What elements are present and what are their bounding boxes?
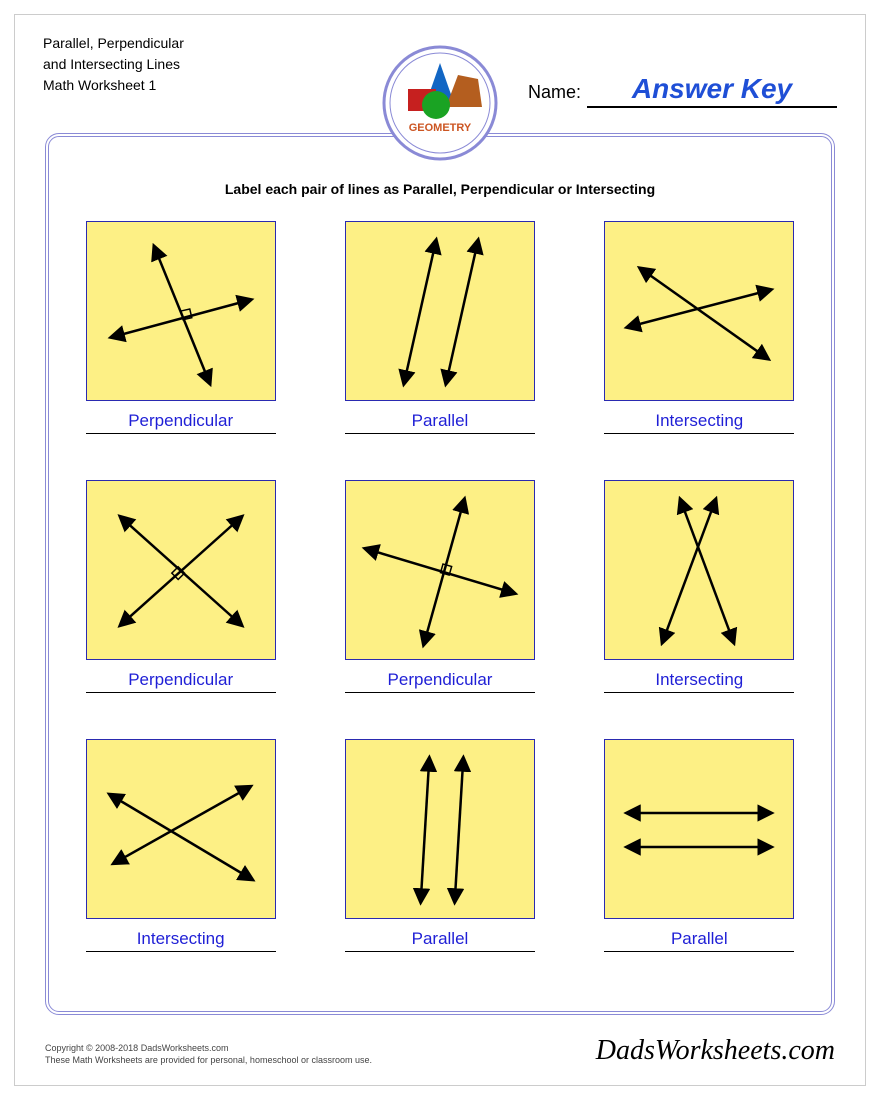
line-diagram-icon bbox=[345, 221, 535, 401]
logo-label: GEOMETRY bbox=[409, 122, 472, 134]
answer-text: Parallel bbox=[604, 929, 794, 952]
name-label: Name: bbox=[528, 82, 581, 103]
line-diagram-icon bbox=[345, 739, 535, 919]
problem-cell: Intersecting bbox=[599, 221, 799, 434]
worksheet-page: Parallel, Perpendicular and Intersecting… bbox=[14, 14, 866, 1086]
content-frame: Label each pair of lines as Parallel, Pe… bbox=[45, 133, 835, 1015]
problem-cell: Perpendicular bbox=[81, 480, 281, 693]
line-diagram-icon bbox=[345, 480, 535, 660]
name-field: Name: Answer Key bbox=[528, 73, 837, 108]
line-diagram-icon bbox=[604, 480, 794, 660]
usage-note: These Math Worksheets are provided for p… bbox=[45, 1054, 372, 1067]
problem-cell: Perpendicular bbox=[81, 221, 281, 434]
answer-text: Intersecting bbox=[604, 411, 794, 434]
answer-text: Parallel bbox=[345, 929, 535, 952]
line-diagram-icon bbox=[604, 739, 794, 919]
copyright-text: Copyright © 2008-2018 DadsWorksheets.com bbox=[45, 1042, 372, 1055]
instruction-text: Label each pair of lines as Parallel, Pe… bbox=[71, 181, 809, 197]
geometry-logo-icon: GEOMETRY bbox=[382, 45, 498, 161]
answer-text: Perpendicular bbox=[86, 670, 276, 693]
problem-cell: Parallel bbox=[340, 221, 540, 434]
name-value: Answer Key bbox=[587, 73, 837, 108]
problem-cell: Perpendicular bbox=[340, 480, 540, 693]
brand-logo: DadsWorksheets.com bbox=[596, 1035, 835, 1067]
answer-text: Perpendicular bbox=[86, 411, 276, 434]
answer-text: Parallel bbox=[345, 411, 535, 434]
footer-text: Copyright © 2008-2018 DadsWorksheets.com… bbox=[45, 1042, 372, 1067]
problem-cell: Intersecting bbox=[599, 480, 799, 693]
answer-text: Perpendicular bbox=[345, 670, 535, 693]
problem-cell: Parallel bbox=[599, 739, 799, 952]
line-diagram-icon bbox=[604, 221, 794, 401]
line-diagram-icon bbox=[86, 221, 276, 401]
line-diagram-icon bbox=[86, 480, 276, 660]
problem-grid: Perpendicular Parallel bbox=[71, 221, 809, 952]
line-diagram-icon bbox=[86, 739, 276, 919]
answer-text: Intersecting bbox=[86, 929, 276, 952]
answer-text: Intersecting bbox=[604, 670, 794, 693]
problem-cell: Parallel bbox=[340, 739, 540, 952]
footer: Copyright © 2008-2018 DadsWorksheets.com… bbox=[45, 1035, 835, 1067]
problem-cell: Intersecting bbox=[81, 739, 281, 952]
